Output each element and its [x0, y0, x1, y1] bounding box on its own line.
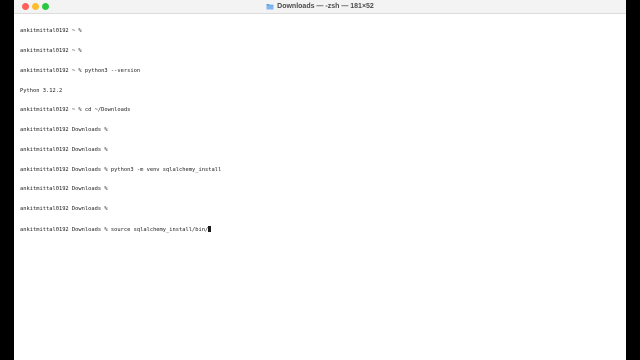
- terminal-command-input[interactable]: source sqlalchemy_install/bin/: [111, 227, 208, 233]
- terminal-line: ankitmittal0192 ~ % cd ~/Downloads: [20, 107, 131, 114]
- terminal-line: ankitmittal0192 ~ %: [20, 47, 82, 54]
- terminal-line: ankitmittal0192 Downloads %: [20, 186, 108, 193]
- terminal-window: Downloads — -zsh — 181×52 ankitmittal019…: [14, 0, 626, 360]
- terminal-line: ankitmittal0192 Downloads % python3 -m v…: [20, 166, 222, 173]
- terminal-line: ankitmittal0192 Downloads %: [20, 127, 108, 134]
- terminal-input-line[interactable]: ankitmittal0192 Downloads % source sqlal…: [20, 226, 620, 233]
- title-bar[interactable]: Downloads — -zsh — 181×52: [14, 0, 626, 14]
- terminal-line: ankitmittal0192 Downloads %: [20, 206, 108, 213]
- terminal-output[interactable]: ankitmittal0192 ~ % ankitmittal0192 ~ % …: [20, 15, 620, 360]
- terminal-line: ankitmittal0192 Downloads %: [20, 146, 108, 153]
- text-cursor: [208, 226, 212, 232]
- scrollbar[interactable]: [620, 14, 626, 360]
- window-title-text: Downloads — -zsh — 181×52: [277, 3, 374, 10]
- window-title: Downloads — -zsh — 181×52: [14, 0, 626, 13]
- folder-icon: [266, 4, 274, 10]
- terminal-prompt: ankitmittal0192 Downloads %: [20, 227, 111, 233]
- terminal-line: Python 3.12.2: [20, 87, 63, 94]
- terminal-line: ankitmittal0192 ~ % python3 --version: [20, 67, 141, 74]
- terminal-line: ankitmittal0192 ~ %: [20, 28, 82, 35]
